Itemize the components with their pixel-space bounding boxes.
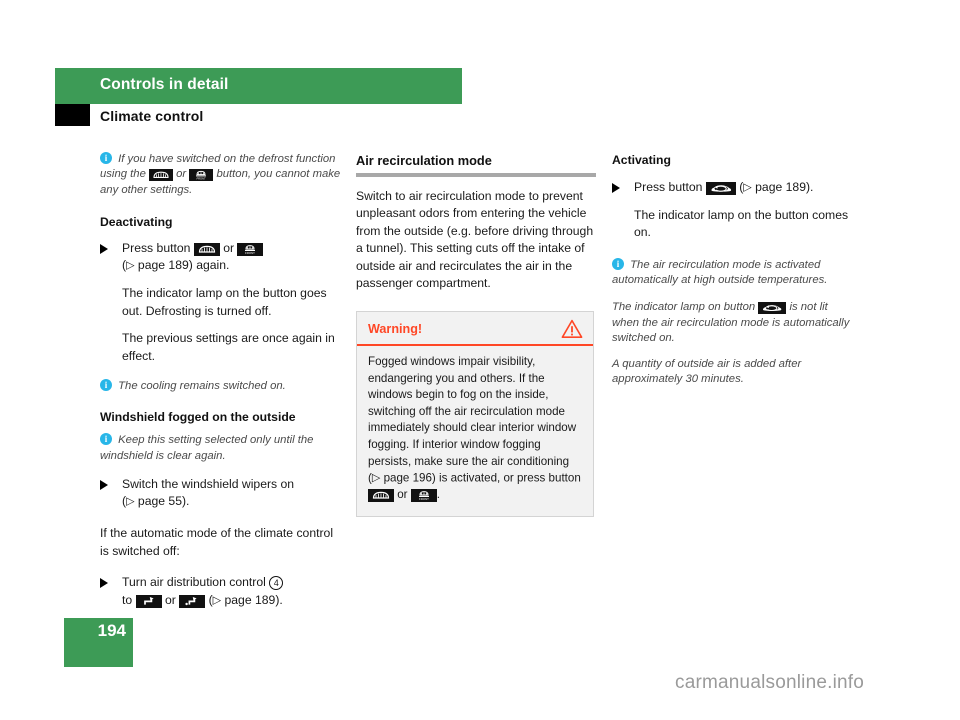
step-press-recirculation-button: Press button (▷ page 189). — [612, 179, 857, 197]
page-number-box: 194 — [64, 618, 133, 667]
note-outside-air-quantity: A quantity of outside air is added after… — [612, 357, 802, 385]
step-switch-wipers: Switch the windshield wipers on (▷ page … — [100, 476, 342, 512]
warning-label: Warning! — [368, 321, 423, 336]
heading-activating: Activating — [612, 153, 671, 167]
svg-text:FRONT: FRONT — [419, 497, 429, 501]
step-turn-air-distribution: Turn air distribution control 4 to or (▷… — [100, 574, 342, 610]
front-defrost-icon: FRONT — [237, 242, 264, 256]
step-turn-label: Turn air distribution control — [122, 575, 266, 590]
left-column: If you have switched on the defrost func… — [100, 151, 342, 620]
heading-air-recirculation-mode: Air recirculation mode — [356, 153, 492, 168]
note-indicator-not-lit: The indicator lamp on button is not lit … — [612, 300, 857, 346]
warning-ref: page 196) is activated, or press button — [383, 471, 581, 485]
warning-text-end: . — [436, 488, 441, 502]
rear-defrost-icon — [193, 242, 220, 256]
air-recirculation-icon — [705, 181, 736, 195]
info-icon — [100, 378, 112, 394]
step-wipers-ref: page 55). — [137, 494, 190, 509]
note-defrost-function: If you have switched on the defrost func… — [100, 151, 342, 198]
info-icon — [100, 432, 112, 448]
warning-or: or — [397, 488, 408, 502]
warning-box: Warning! Fogged windows impair visibilit… — [356, 310, 594, 517]
para-indicator-comes-on: The indicator lamp on the button comes o… — [634, 207, 849, 240]
note-cooling-text: The cooling remains switched on. — [118, 380, 286, 393]
note-auto-activation: The air recirculation mode is activated … — [612, 257, 857, 289]
note-cooling-remains-on: The cooling remains switched on. — [100, 378, 342, 394]
middle-column: Air recirculation mode Switch to air rec… — [356, 152, 596, 517]
warning-text-part1: Fogged windows impair visibility, endang… — [368, 355, 577, 485]
rear-defrost-icon — [149, 169, 173, 182]
section-tab-marker — [55, 104, 90, 126]
right-column: Activating Press button (▷ page 189). Th… — [612, 152, 857, 397]
step-press-or: or — [223, 240, 235, 255]
note-indicator-part1: The indicator lamp on button — [612, 301, 756, 314]
step-press-label: Press button — [122, 240, 191, 255]
note-auto-text: The air recirculation mode is activated … — [612, 258, 828, 286]
step-press-label: Press button — [634, 179, 703, 194]
ref-arrow-glyph: ▷ — [212, 594, 222, 607]
ref-arrow-glyph: ▷ — [126, 495, 135, 508]
svg-text:FRONT: FRONT — [197, 177, 206, 181]
callout-marker-4: 4 — [269, 576, 284, 591]
step-press-ref: page 189). — [755, 179, 814, 194]
step-bullet-triangle-icon — [100, 578, 108, 589]
ref-arrow-glyph: ▷ — [743, 181, 752, 193]
step-press-ref: page 189) again. — [137, 258, 230, 273]
para-auto-mode-off: If the automatic mode of the climate con… — [100, 526, 334, 558]
page-number: 194 — [97, 621, 126, 640]
air-distribution-windshield-icon — [135, 594, 162, 608]
heading-windshield-fogged: Windshield fogged on the outside — [100, 409, 296, 424]
chapter-title: Controls in detail — [100, 76, 229, 93]
warning-triangle-icon — [561, 319, 583, 345]
warning-header: Warning! — [357, 312, 593, 346]
step-turn-or: or — [164, 592, 176, 607]
step-bullet-triangle-icon — [612, 182, 620, 193]
ref-arrow-glyph: ▷ — [371, 472, 381, 485]
section-title: Climate control — [100, 108, 204, 124]
front-defrost-icon: FRONT — [189, 169, 214, 182]
rear-defrost-icon — [368, 489, 394, 503]
note-keep-setting-text: Keep this setting selected only until th… — [100, 434, 314, 462]
note-defrost-or: or — [176, 168, 187, 181]
heading-rule — [356, 172, 596, 177]
para-air-recirculation-body: Switch to air recirculation mode to prev… — [356, 188, 594, 291]
para-indicator-lamp-out: The indicator lamp on the button goes ou… — [122, 286, 327, 318]
step-press-defrost-button: Press button or FRONT (▷ page 189) again… — [100, 240, 342, 276]
note-keep-setting: Keep this setting selected only until th… — [100, 432, 342, 464]
warning-body: Fogged windows impair visibility, endang… — [357, 346, 593, 516]
air-recirculation-icon — [758, 302, 787, 315]
info-icon — [612, 257, 624, 272]
step-bullet-triangle-icon — [100, 243, 108, 254]
svg-text:FRONT: FRONT — [246, 251, 256, 255]
air-distribution-footwell-icon — [179, 594, 206, 608]
heading-deactivating: Deactivating — [100, 215, 173, 230]
step-wipers-label: Switch the windshield wipers on — [122, 476, 295, 491]
para-previous-settings: The previous settings are once again in … — [122, 331, 335, 363]
watermark: carmanualsonline.info — [675, 672, 865, 693]
step-turn-to: to — [122, 592, 133, 607]
ref-arrow-glyph: ▷ — [126, 259, 135, 272]
chapter-header-bar: Controls in detail — [55, 68, 462, 104]
front-defrost-icon: FRONT — [410, 489, 437, 503]
step-turn-ref: page 189). — [224, 592, 283, 607]
info-icon — [100, 151, 112, 166]
step-bullet-triangle-icon — [100, 479, 108, 490]
